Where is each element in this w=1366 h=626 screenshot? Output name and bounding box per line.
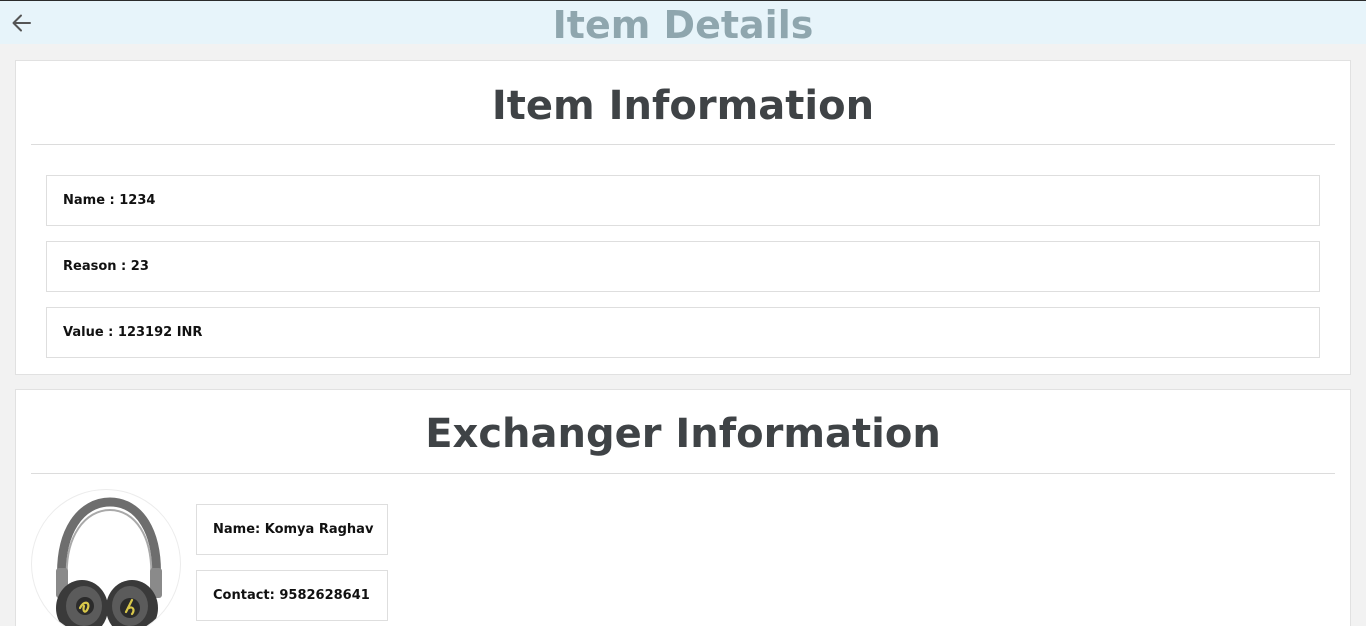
- exchanger-name-text: Name: Komya Raghav: [213, 522, 374, 537]
- app-header: Item Details: [0, 0, 1366, 47]
- item-information-title: Item Information: [491, 83, 875, 129]
- item-value-row: Value : 123192 INR: [46, 307, 1320, 358]
- exchanger-name-box: Name: Komya Raghav: [196, 504, 388, 555]
- exchanger-information-title: Exchanger Information: [425, 411, 941, 457]
- item-value-text: Value : 123192 INR: [63, 325, 203, 340]
- exchanger-contact-box: Contact: 9582628641: [196, 570, 388, 621]
- divider: [31, 473, 1335, 474]
- headphones-image: [56, 497, 162, 626]
- divider: [31, 144, 1335, 145]
- exchanger-contact-text: Contact: 9582628641: [213, 588, 370, 603]
- item-information-card: Item Information Name : 1234 Reason : 23…: [15, 60, 1351, 375]
- item-reason-row: Reason : 23: [46, 241, 1320, 292]
- item-details-page: Item Details Item Information Name : 123…: [0, 0, 1366, 626]
- page-title: Item Details: [552, 3, 814, 47]
- exchanger-avatar: [31, 489, 181, 626]
- exchanger-information-card: Exchanger Information Name: Komya Raghav…: [15, 389, 1351, 626]
- item-reason-text: Reason : 23: [63, 259, 149, 274]
- item-name-text: Name : 1234: [63, 193, 156, 208]
- item-name-row: Name : 1234: [46, 175, 1320, 226]
